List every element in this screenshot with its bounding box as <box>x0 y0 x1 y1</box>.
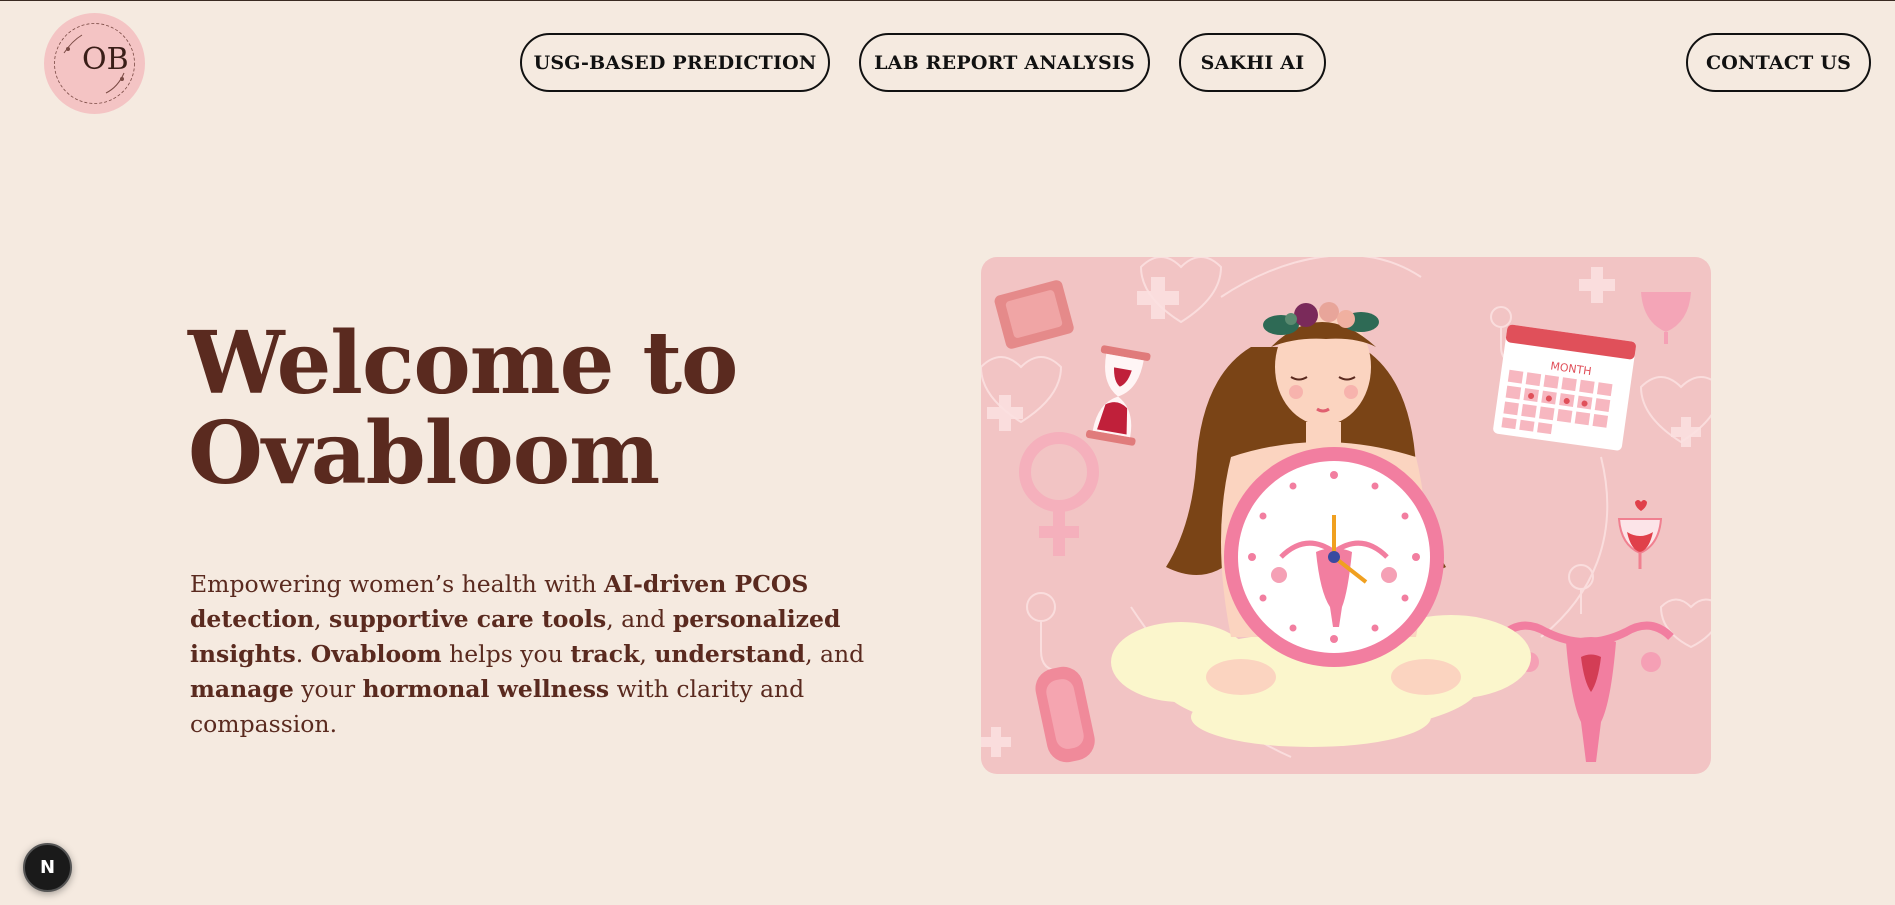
hourglass-icon <box>1085 345 1151 446</box>
desc-text: . <box>295 640 311 668</box>
desc-bold: supportive care tools <box>329 605 607 633</box>
womens-health-illustration: MONTH <box>981 257 1711 763</box>
hero-illustration: MONTH <box>981 257 1711 774</box>
logo-letters: OB <box>82 42 129 77</box>
desc-text: helps you <box>441 640 571 668</box>
calendar-icon: MONTH <box>1493 324 1636 451</box>
pad-icon <box>994 280 1074 349</box>
hero-title: Welcome to Ovabloom <box>188 319 908 499</box>
desc-text: your <box>293 675 363 703</box>
hero-title-line1: Welcome to <box>188 313 738 414</box>
dev-tools-badge[interactable]: N <box>23 843 72 892</box>
desc-bold: track <box>570 640 640 668</box>
desc-bold: manage <box>190 675 294 703</box>
nav-lab-report-analysis[interactable]: LAB REPORT ANALYSIS <box>859 33 1150 92</box>
logo[interactable]: OB <box>44 13 145 114</box>
logo-emblem-icon: OB <box>54 23 135 104</box>
hero-description: Empowering women’s health with AI-driven… <box>190 567 930 742</box>
desc-text: , and <box>606 605 673 633</box>
desc-text: Empowering women’s health with <box>190 570 604 598</box>
desc-text: , <box>639 640 655 668</box>
desc-bold: Ovabloom <box>310 640 442 668</box>
sanitary-pad-icon <box>1035 666 1095 763</box>
desc-text: , and <box>805 640 865 668</box>
desc-bold: understand <box>654 640 806 668</box>
desc-bold: hormonal wellness <box>362 675 610 703</box>
female-symbol-icon <box>1019 432 1099 556</box>
nav-sakhi-ai[interactable]: SAKHI AI <box>1179 33 1326 92</box>
hero-title-line2: Ovabloom <box>188 403 660 504</box>
desc-text: , <box>314 605 329 633</box>
nav-usg-based-prediction[interactable]: USG-BASED PREDICTION <box>520 33 830 92</box>
contact-us-button[interactable]: CONTACT US <box>1686 33 1871 92</box>
